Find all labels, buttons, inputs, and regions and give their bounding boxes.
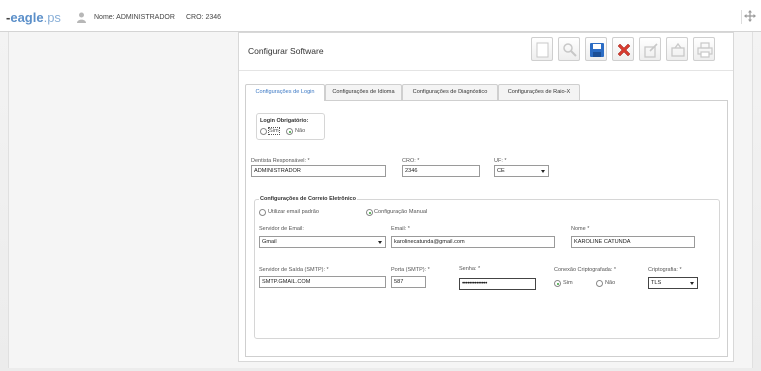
crypto-sim-label: Sim bbox=[563, 280, 573, 286]
name-field[interactable]: KAROLINE CATUNDA bbox=[571, 236, 695, 248]
search-icon bbox=[563, 43, 577, 57]
tab-diagnostico[interactable]: Configurações de Diagnóstico bbox=[402, 84, 498, 100]
crypto-nao-radio[interactable] bbox=[596, 280, 603, 287]
logo-brand: eagle bbox=[10, 10, 44, 25]
uf-select[interactable]: CE bbox=[494, 165, 549, 177]
cro-field[interactable]: 2346 bbox=[402, 165, 480, 177]
edit-button[interactable] bbox=[639, 37, 661, 61]
panel-header: Configurar Software bbox=[239, 33, 733, 71]
email-legend: Configurações de Correio Eletrônico bbox=[259, 196, 357, 202]
password-label: Senha: * bbox=[459, 266, 481, 272]
delete-icon bbox=[617, 43, 631, 57]
new-icon bbox=[536, 42, 549, 58]
dentist-label: Dentista Responsável: * bbox=[251, 158, 310, 164]
user-name: Nome: ADMINISTRADOR bbox=[94, 14, 175, 21]
crypto-label: Criptografia: * bbox=[648, 267, 682, 273]
save-button[interactable] bbox=[585, 37, 607, 61]
edit-icon bbox=[644, 43, 658, 58]
email-label: Email: * bbox=[391, 226, 410, 232]
crypto-nao-label: Não bbox=[605, 280, 616, 286]
dentist-field[interactable]: ADMINISTRADOR bbox=[251, 165, 386, 177]
crypto-sim-radio[interactable] bbox=[554, 280, 561, 287]
search-button[interactable] bbox=[558, 37, 580, 61]
login-sim-label: Sim bbox=[268, 127, 280, 135]
cro-label: CRO: * bbox=[402, 158, 420, 164]
tab-raio-x[interactable]: Configurações de Raio-X bbox=[498, 84, 580, 100]
move-icon[interactable] bbox=[741, 10, 756, 24]
export-icon bbox=[671, 42, 685, 57]
page-title: Configurar Software bbox=[248, 46, 324, 56]
crypto-select[interactable]: TLS bbox=[648, 277, 698, 289]
app-logo: -eagle.ps bbox=[6, 10, 61, 25]
delete-button[interactable] bbox=[612, 37, 634, 61]
password-field[interactable]: •••••••••••••• bbox=[459, 278, 536, 290]
email-manual-radio[interactable] bbox=[366, 209, 373, 216]
server-select[interactable]: Gmail bbox=[259, 236, 386, 248]
export-button[interactable] bbox=[666, 37, 688, 61]
tab-idioma[interactable]: Configurações de Idioma bbox=[325, 84, 402, 100]
login-legend: Login Obrigatório: bbox=[260, 118, 309, 124]
smtp-label: Servidor de Saída (SMTP): * bbox=[259, 267, 329, 273]
tab-login[interactable]: Configurações de Login bbox=[245, 84, 325, 101]
uf-label: UF: * bbox=[494, 158, 507, 164]
smtp-field[interactable]: SMTP.GMAIL.COM bbox=[259, 276, 386, 288]
new-button[interactable] bbox=[531, 37, 553, 61]
login-nao-radio[interactable] bbox=[286, 128, 293, 135]
server-label: Servidor de Email: bbox=[259, 226, 304, 232]
save-icon bbox=[590, 43, 604, 57]
crypto-conn-label: Conexão Criptografada: * bbox=[554, 267, 617, 273]
top-bar: -eagle.ps Nome: ADMINISTRADOR CRO: 2346 bbox=[0, 0, 761, 32]
email-default-label: Utilizar email padrão bbox=[268, 209, 319, 215]
user-icon bbox=[77, 12, 86, 23]
port-field[interactable]: 587 bbox=[391, 276, 426, 288]
login-nao-label: Não bbox=[295, 128, 306, 134]
print-icon bbox=[697, 42, 713, 58]
tab-content: Login Obrigatório: Sim Não Dentista Resp… bbox=[245, 100, 728, 357]
email-default-radio[interactable] bbox=[259, 209, 266, 216]
config-panel: Configurar Software Configurações de Log… bbox=[238, 32, 734, 362]
logo-suffix: .ps bbox=[43, 10, 61, 25]
email-manual-label: Configuração Manual bbox=[374, 209, 428, 215]
login-sim-radio[interactable] bbox=[260, 128, 267, 135]
email-field[interactable]: karolinecatunda@gmail.com bbox=[391, 236, 555, 248]
port-label: Porta (SMTP): * bbox=[391, 267, 430, 273]
user-cro: CRO: 2346 bbox=[186, 14, 222, 21]
name-label: Nome * bbox=[571, 226, 590, 232]
print-button[interactable] bbox=[693, 37, 715, 61]
